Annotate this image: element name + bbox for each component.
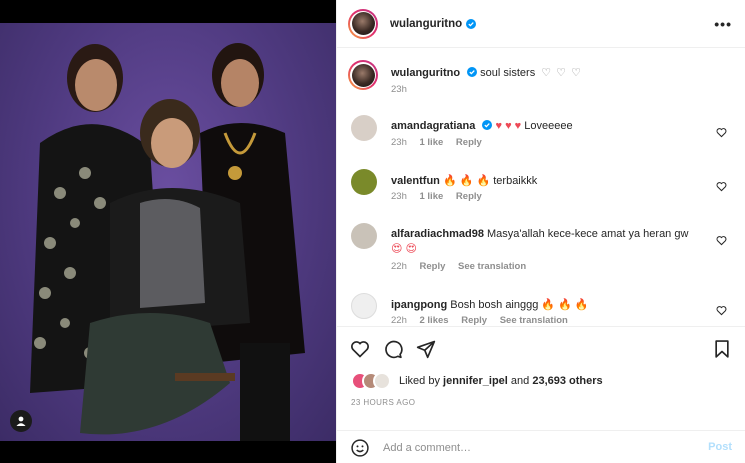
reply-button[interactable]: Reply — [461, 315, 487, 326]
liker-avatars — [351, 372, 397, 390]
comment-body: terbaikkk — [493, 175, 538, 187]
liker-username[interactable]: jennifer_ipel — [443, 375, 508, 387]
caption-hearts: ♡ ♡ ♡ — [541, 67, 582, 79]
comment-emoji: 😍 😍 — [391, 243, 417, 255]
comment-meta: 22h Reply See translation — [391, 261, 536, 272]
comment-time[interactable]: 23h — [391, 137, 407, 148]
share-icon[interactable] — [416, 339, 436, 359]
author-avatar[interactable] — [348, 8, 378, 39]
heart-outline-icon[interactable] — [716, 181, 727, 192]
comment-time[interactable]: 23h — [391, 191, 407, 202]
comment-meta: 23h 1 like Reply — [391, 137, 492, 148]
post-photo[interactable] — [0, 0, 336, 463]
add-comment-bar: Post — [337, 430, 745, 463]
comment-item: amandagratiana ♥ ♥ ♥ Loveeeee 23h 1 like… — [351, 115, 741, 165]
action-icons — [350, 339, 436, 359]
photo-illustration — [30, 43, 305, 443]
likes-prefix: Liked by — [399, 375, 440, 387]
more-options-button[interactable]: ••• — [714, 16, 732, 32]
comment-item: valentfun 🔥 🔥 🔥 terbaikkk 23h 1 like Rep… — [351, 169, 741, 219]
caption-text: wulanguritno soul sisters ♡ ♡ ♡ — [391, 66, 582, 79]
post-header: wulanguritno ••• — [337, 0, 745, 48]
photo-letterbox-bottom — [0, 441, 336, 463]
heart-outline-icon[interactable] — [716, 127, 727, 138]
see-translation-button[interactable]: See translation — [458, 261, 526, 272]
save-button[interactable] — [712, 339, 732, 362]
comment-emoji: ♥ ♥ ♥ — [495, 120, 522, 132]
person-icon — [16, 416, 26, 426]
comment-likes[interactable]: 1 like — [420, 191, 444, 202]
caption-avatar[interactable] — [348, 60, 378, 90]
author-username[interactable]: wulanguritno — [390, 18, 462, 30]
comment-icon[interactable] — [383, 339, 403, 359]
comments-list: wulanguritno soul sisters ♡ ♡ ♡ 23h aman… — [337, 48, 745, 326]
comment-text: amandagratiana ♥ ♥ ♥ Loveeeee — [391, 120, 573, 132]
likes-summary: Liked by jennifer_ipel and 23,693 others — [351, 372, 603, 390]
comment-time[interactable]: 22h — [391, 261, 407, 272]
caption-body: soul sisters — [480, 67, 536, 79]
post-side-panel: wulanguritno ••• wulanguritno soul siste… — [336, 0, 745, 463]
comment-likes[interactable]: 2 likes — [420, 315, 449, 326]
comment-likes[interactable]: 1 like — [420, 137, 444, 148]
caption-username[interactable]: wulanguritno — [391, 67, 460, 79]
comment-item: alfaradiachmad98 Masya'allah kece-kece a… — [351, 223, 741, 273]
see-translation-button[interactable]: See translation — [500, 315, 568, 326]
comment-text-wrap: 😍 😍 — [391, 242, 417, 255]
post-actions: Liked by jennifer_ipel and 23,693 others… — [337, 326, 745, 463]
comment-body: Masya'allah kece-kece amat ya heran gw — [487, 228, 689, 240]
likes-text: Liked by jennifer_ipel and 23,693 others — [399, 375, 603, 387]
verified-badge-icon — [482, 120, 493, 130]
bookmark-icon — [715, 340, 729, 358]
comment-emoji: 🔥 🔥 🔥 — [442, 175, 491, 187]
comment-text: alfaradiachmad98 Masya'allah kece-kece a… — [391, 228, 688, 240]
commenter-avatar[interactable] — [351, 169, 377, 195]
comment-time[interactable]: 22h — [391, 315, 407, 326]
likes-count[interactable]: 23,693 others — [532, 375, 602, 387]
commenter-avatar[interactable] — [351, 223, 377, 249]
commenter-avatar[interactable] — [351, 115, 377, 141]
photo-letterbox-top — [0, 0, 336, 23]
comment-username[interactable]: amandagratiana — [391, 120, 475, 132]
post-comment-button[interactable]: Post — [708, 441, 732, 453]
like-heart-icon[interactable] — [350, 339, 370, 359]
verified-badge-icon — [466, 18, 477, 29]
reply-button[interactable]: Reply — [456, 137, 482, 148]
reply-button[interactable]: Reply — [456, 191, 482, 202]
heart-outline-icon[interactable] — [716, 235, 727, 246]
tagged-people-button[interactable] — [10, 410, 32, 432]
photo-image — [0, 23, 336, 443]
comment-item: ipangpong Bosh bosh ainggg 🔥 🔥 🔥 22h 2 l… — [351, 293, 741, 326]
comment-body: Loveeeee — [524, 120, 573, 132]
comment-username[interactable]: ipangpong — [391, 299, 447, 311]
comment-meta: 22h 2 likes Reply See translation — [391, 315, 578, 326]
likes-middle: and — [510, 375, 530, 387]
post-viewer: wulanguritno ••• wulanguritno soul siste… — [0, 0, 745, 463]
comment-emoji: 🔥 🔥 🔥 — [541, 299, 589, 311]
liker-avatar — [373, 372, 391, 390]
comment-input[interactable] — [383, 441, 683, 454]
verified-badge-icon — [467, 67, 478, 77]
commenter-avatar[interactable] — [351, 293, 377, 319]
caption-time[interactable]: 23h — [391, 84, 407, 95]
comment-text: ipangpong Bosh bosh ainggg 🔥 🔥 🔥 — [391, 298, 589, 311]
emoji-icon[interactable] — [350, 438, 370, 458]
comment-username[interactable]: valentfun — [391, 175, 440, 187]
post-timestamp[interactable]: 23 HOURS AGO — [351, 398, 415, 407]
comment-meta: 23h 1 like Reply — [391, 191, 492, 202]
reply-button[interactable]: Reply — [420, 261, 446, 272]
comment-body: Bosh bosh ainggg — [450, 299, 539, 311]
comment-username[interactable]: alfaradiachmad98 — [391, 228, 484, 240]
comment-text: valentfun 🔥 🔥 🔥 terbaikkk — [391, 174, 537, 187]
heart-outline-icon[interactable] — [716, 305, 727, 316]
